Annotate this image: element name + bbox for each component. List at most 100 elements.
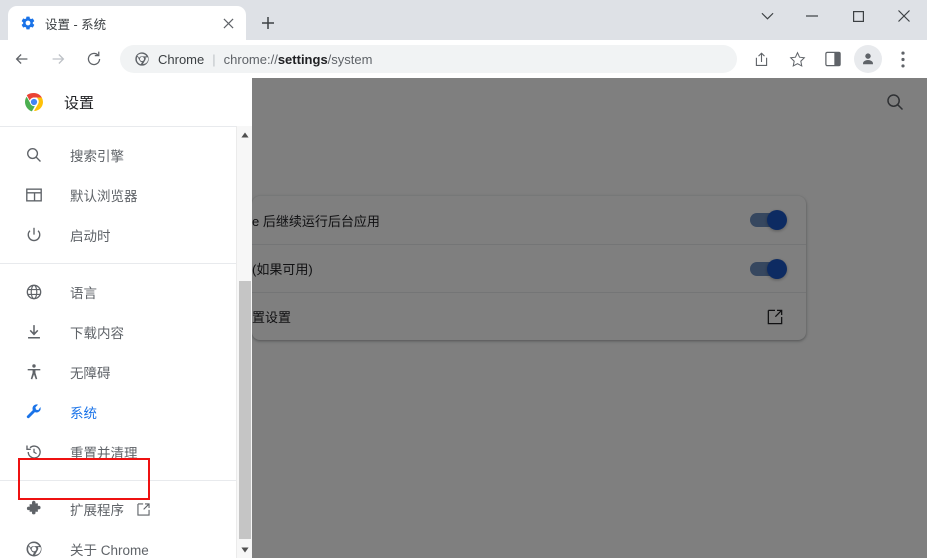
sidebar-item-label: 启动时 xyxy=(70,229,111,244)
search-icon[interactable] xyxy=(885,92,905,112)
bookmark-button[interactable] xyxy=(782,44,812,74)
toggle-knob xyxy=(767,258,787,279)
reload-icon xyxy=(87,51,101,66)
tab-title: 设置 - 系统 xyxy=(45,17,107,32)
arrow-left-icon xyxy=(15,54,28,64)
three-dot-menu-icon xyxy=(901,50,905,68)
download-icon xyxy=(24,322,44,342)
sidebar-item-label: 下载内容 xyxy=(70,326,124,341)
settings-sidebar: 搜索引擎 默认浏览器 启动时 语言 下载内容 无障碍 系统 重置并清理 扩展程序… xyxy=(0,126,236,558)
sidebar-item-downloads[interactable]: 下载内容 xyxy=(0,312,236,352)
profile-button[interactable] xyxy=(854,45,882,73)
sidebar-item-label: 重置并清理 xyxy=(70,446,138,461)
omnibox-scheme-label: Chrome xyxy=(158,51,205,67)
close-icon xyxy=(898,10,910,22)
back-button[interactable] xyxy=(7,44,37,74)
power-icon xyxy=(24,225,44,245)
wrench-icon xyxy=(24,402,44,422)
omnibox-separator: | xyxy=(212,51,216,67)
restore-icon xyxy=(24,442,44,462)
settings-row-label: e 后继续运行后台应用 xyxy=(252,213,380,229)
settings-row[interactable]: e 后继续运行后台应用 xyxy=(252,196,806,244)
sidebar-item-extensions[interactable]: 扩展程序 xyxy=(0,489,236,529)
sidebar-item-languages[interactable]: 语言 xyxy=(0,272,236,312)
minimize-button[interactable] xyxy=(789,0,835,32)
settings-card: e 后继续运行后台应用 (如果可用) 置设置 xyxy=(252,196,806,340)
background-apps-toggle[interactable] xyxy=(750,210,787,230)
tab-strip: 设置 - 系统 xyxy=(0,0,927,40)
settings-row[interactable]: (如果可用) xyxy=(252,244,806,292)
side-panel-button[interactable] xyxy=(818,44,848,74)
close-icon xyxy=(222,17,234,29)
sidebar-scrollbar[interactable] xyxy=(236,126,252,558)
accessibility-icon xyxy=(24,362,44,382)
browser-tab[interactable]: 设置 - 系统 xyxy=(8,6,246,40)
address-bar[interactable]: Chrome | chrome://settings/system xyxy=(120,45,737,73)
settings-nav-list: 搜索引擎 默认浏览器 启动时 语言 下载内容 无障碍 系统 重置并清理 扩展程序… xyxy=(0,127,236,558)
maximize-button[interactable] xyxy=(835,0,881,32)
browser-menu-button[interactable] xyxy=(888,44,918,74)
share-icon xyxy=(755,51,767,66)
omnibox-url-suffix: /system xyxy=(327,51,373,67)
avatar-icon xyxy=(863,53,873,65)
chevron-down-icon xyxy=(761,12,773,20)
maximize-icon xyxy=(852,10,864,22)
sidebar-item-label: 默认浏览器 xyxy=(70,189,138,204)
hardware-acceleration-toggle[interactable] xyxy=(750,258,787,279)
sidebar-divider xyxy=(0,263,236,264)
settings-row-label: 置设置 xyxy=(252,310,292,325)
external-link-icon[interactable] xyxy=(136,502,151,517)
sidebar-item-about-chrome[interactable]: 关于 Chrome xyxy=(0,529,236,558)
external-link-icon[interactable] xyxy=(766,308,784,326)
settings-header: 设置 xyxy=(0,78,927,126)
arrow-right-icon xyxy=(52,54,65,64)
side-panel-icon xyxy=(825,51,841,67)
sidebar-item-label: 扩展程序 xyxy=(70,503,124,518)
globe-icon xyxy=(24,282,44,302)
plus-icon xyxy=(262,17,274,29)
scrollbar-thumb[interactable] xyxy=(239,281,251,539)
share-button[interactable] xyxy=(746,44,776,74)
sidebar-item-system[interactable]: 系统 xyxy=(0,392,236,432)
window-controls xyxy=(745,0,927,40)
scrollbar-down-button[interactable] xyxy=(237,541,253,558)
sidebar-item-label: 系统 xyxy=(70,406,97,421)
omnibox-url-prefix: chrome:// xyxy=(223,51,278,67)
browser-window: 设置 - 系统 Chrome | chrome://settings/syste… xyxy=(0,0,927,558)
sidebar-item-search-engine[interactable]: 搜索引擎 xyxy=(0,135,236,175)
omnibox-url: chrome://settings/system xyxy=(224,52,373,67)
triangle-up-icon xyxy=(241,132,249,137)
sidebar-item-label: 无障碍 xyxy=(70,366,111,381)
puzzle-icon xyxy=(24,499,44,519)
chrome-outline-icon xyxy=(135,52,149,66)
sidebar-item-label: 关于 Chrome xyxy=(70,543,149,558)
toolbar-actions xyxy=(743,44,921,74)
forward-button[interactable] xyxy=(43,44,73,74)
sidebar-divider xyxy=(0,480,236,481)
browser-window-icon xyxy=(24,185,44,205)
tab-search-button[interactable] xyxy=(745,0,789,32)
close-window-button[interactable] xyxy=(881,0,927,32)
chrome-logo-icon xyxy=(23,91,45,113)
chrome-outline-icon xyxy=(24,539,44,558)
sidebar-item-on-startup[interactable]: 启动时 xyxy=(0,215,236,255)
settings-row-label: (如果可用) xyxy=(252,262,313,277)
tab-close-button[interactable] xyxy=(218,13,238,33)
sidebar-item-reset-cleanup[interactable]: 重置并清理 xyxy=(0,432,236,472)
settings-page: e 后继续运行后台应用 (如果可用) 置设置 设置 搜索引擎 默认浏览器 启动时… xyxy=(0,78,927,558)
sidebar-item-accessibility[interactable]: 无障碍 xyxy=(0,352,236,392)
triangle-down-icon xyxy=(241,547,249,552)
settings-main-content: e 后继续运行后台应用 (如果可用) 置设置 xyxy=(252,126,927,558)
gear-icon xyxy=(21,16,35,30)
browser-toolbar: Chrome | chrome://settings/system xyxy=(0,40,927,78)
sidebar-item-label: 语言 xyxy=(70,286,97,301)
settings-title: 设置 xyxy=(64,94,95,112)
search-icon xyxy=(24,145,44,165)
sidebar-item-default-browser[interactable]: 默认浏览器 xyxy=(0,175,236,215)
scrollbar-up-button[interactable] xyxy=(237,126,253,143)
omnibox-url-bold: settings xyxy=(277,51,328,67)
reload-button[interactable] xyxy=(79,44,109,74)
new-tab-button[interactable] xyxy=(254,9,282,37)
settings-row[interactable]: 置设置 xyxy=(252,292,806,340)
toggle-knob xyxy=(767,210,787,230)
